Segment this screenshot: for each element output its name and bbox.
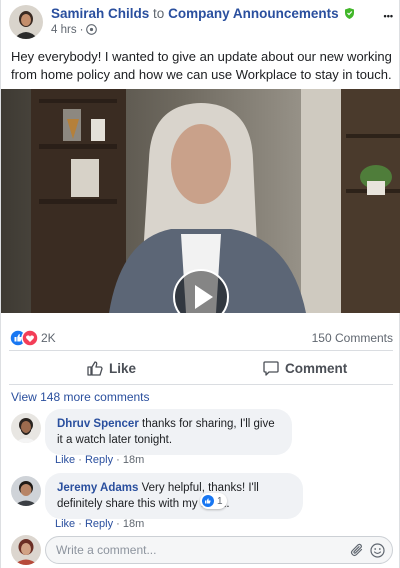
view-more-comments-link[interactable]: View 148 more comments	[11, 390, 150, 404]
post-meta: 4 hrs ·	[51, 24, 98, 38]
meta-separator: ·	[79, 24, 84, 36]
post-video[interactable]	[1, 89, 400, 313]
reaction-icons[interactable]	[9, 329, 39, 352]
author-name[interactable]: Samirah Childs	[51, 6, 149, 21]
comment-like-link[interactable]: Like	[55, 518, 75, 530]
group-name[interactable]: Company Announcements	[168, 6, 339, 21]
comment-reply-link[interactable]: Reply	[85, 454, 113, 466]
thumbs-up-icon	[87, 360, 103, 376]
group-badge-icon	[345, 7, 355, 22]
post-time[interactable]: 4 hrs	[51, 24, 77, 36]
post-text: Hey everybody! I wanted to give an updat…	[11, 49, 392, 82]
like-reaction-icon	[202, 495, 214, 507]
reactions-bar: 2K 150 Comments	[9, 329, 393, 347]
play-icon	[195, 285, 213, 309]
attachment-icon[interactable]	[350, 543, 364, 562]
commenter-avatar[interactable]	[11, 476, 41, 506]
post-header: Samirah Childs to Company Announcements …	[9, 5, 393, 39]
comment-bubble: Dhruv Spencer thanks for sharing, I'll g…	[45, 409, 292, 455]
like-label: Like	[109, 360, 137, 376]
comment-icon	[263, 360, 279, 376]
comment-reaction-badge[interactable]: 1	[200, 493, 227, 509]
comment-composer	[45, 536, 393, 564]
commenter-name[interactable]: Dhruv Spencer	[57, 418, 139, 430]
reaction-count[interactable]: 2K	[41, 331, 56, 345]
audience-icon	[86, 24, 98, 38]
comment-time[interactable]: 18m	[123, 518, 144, 530]
divider	[9, 384, 393, 385]
current-user-avatar[interactable]	[11, 535, 41, 565]
author-line: Samirah Childs to Company Announcements	[51, 6, 355, 22]
comment-button[interactable]: Comment	[263, 357, 347, 379]
more-options-icon[interactable]: •••	[384, 9, 393, 23]
comment-count[interactable]: 150 Comments	[312, 331, 393, 345]
play-button[interactable]	[173, 269, 229, 313]
comment-actions: Like · Reply · 18m	[55, 518, 145, 530]
author-avatar[interactable]	[9, 5, 43, 39]
like-button[interactable]: Like	[87, 357, 136, 379]
to-label: to	[153, 6, 165, 21]
comment-input[interactable]	[56, 542, 336, 558]
comment-bubble: Jeremy Adams Very helpful, thanks! I'll …	[45, 473, 303, 519]
post-card: Samirah Childs to Company Announcements …	[0, 0, 400, 568]
comment-reaction-count: 1	[217, 495, 223, 507]
comment-actions: Like · Reply · 18m	[55, 454, 145, 466]
divider	[9, 350, 393, 351]
commenter-avatar[interactable]	[11, 413, 41, 443]
emoji-icon[interactable]	[370, 543, 385, 563]
comment-reply-link[interactable]: Reply	[85, 518, 113, 530]
comment-label: Comment	[285, 360, 348, 376]
commenter-name[interactable]: Jeremy Adams	[57, 482, 138, 494]
comment-like-link[interactable]: Like	[55, 454, 75, 466]
comment-time[interactable]: 18m	[123, 454, 144, 466]
